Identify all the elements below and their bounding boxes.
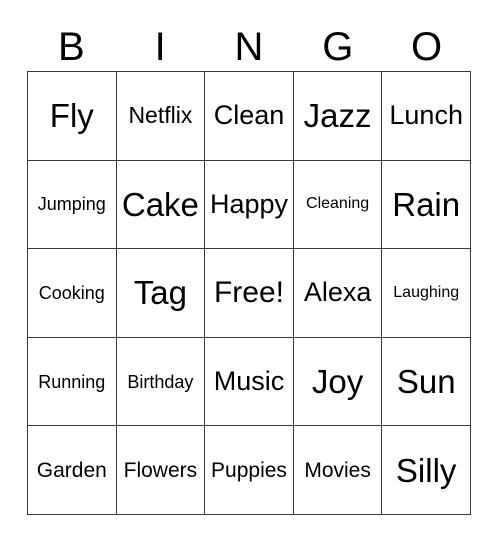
bingo-cell[interactable]: Cleaning [293,160,383,250]
bingo-cell[interactable]: Fly [28,72,117,161]
bingo-cell[interactable]: Running [28,337,117,427]
bingo-cell-label: Fly [49,97,94,135]
bingo-cell[interactable]: Sun [382,337,471,427]
bingo-cell-label: Puppies [211,458,287,482]
bingo-cell[interactable]: Laughing [382,249,471,338]
bingo-cell-label: Cake [121,185,199,223]
bingo-cell-label: Joy [311,363,364,401]
bingo-header-letter-o: O [411,24,443,69]
bingo-cell-label: Lunch [389,100,463,131]
bingo-cell-label: Netflix [128,102,193,129]
bingo-cell-label: Running [38,371,106,392]
bingo-cell-label: Free! [213,275,284,309]
bingo-cell[interactable]: Clean [205,72,294,161]
bingo-cell[interactable]: Alexa [293,249,383,338]
bingo-cell-label: Sun [396,363,456,401]
bingo-cell-label: Laughing [393,283,460,301]
bingo-cell-label: Clean [213,100,285,131]
bingo-cell[interactable]: Joy [293,337,383,427]
bingo-cell[interactable]: Birthday [116,337,206,427]
bingo-cell-label: Music [213,366,285,397]
bingo-cell[interactable]: Jazz [293,72,383,161]
bingo-cell-label: Cleaning [306,195,370,213]
bingo-header-row: BINGO [27,22,471,71]
bingo-cell-label: Garden [36,458,107,482]
bingo-cell[interactable]: Flowers [116,426,206,515]
bingo-cell[interactable]: Free! [205,249,294,338]
bingo-cell[interactable]: Lunch [382,72,471,161]
bingo-header-letter-b: B [58,24,85,69]
bingo-cell[interactable]: Tag [116,249,206,338]
bingo-cell[interactable]: Puppies [205,426,294,515]
bingo-cell[interactable]: Netflix [116,72,206,161]
bingo-cell[interactable]: Happy [205,160,294,250]
bingo-cell[interactable]: Cooking [28,249,117,338]
bingo-cell-label: Jazz [303,97,372,135]
bingo-cell[interactable]: Silly [382,426,471,515]
bingo-card: B I N G O Fly Netflix Clean Jazz Lunch Jumping Cak… [0,0,500,544]
bingo-cell-label: Rain [392,185,461,223]
bingo-cell-label: Alexa [303,277,372,308]
bingo-cell[interactable]: Rain [382,160,471,250]
bingo-cell-label: Birthday [127,371,194,392]
bingo-header-letter-n: N [234,24,264,69]
bingo-cell-label: Jumping [37,194,106,215]
bingo-cell[interactable]: Music [205,337,294,427]
bingo-header-letter-g: G [322,24,354,69]
bingo-cell[interactable]: Cake [116,160,206,250]
bingo-cell-label: Happy [209,188,289,219]
bingo-header-letter-i: I [154,24,166,69]
bingo-cell-label: Movies [304,458,371,482]
bingo-cell-label: Flowers [123,458,198,482]
bingo-cell[interactable]: Garden [28,426,117,515]
bingo-cell-label: Cooking [38,282,105,303]
bingo-cell-label: Tag [133,274,187,312]
bingo-cell[interactable]: Movies [293,426,383,515]
bingo-cell[interactable]: Jumping [28,160,117,250]
bingo-cell-label: Silly [395,451,457,489]
bingo-grid: Fly Netflix Clean Jazz Lunch Jumping Cake Happy… [27,71,471,515]
